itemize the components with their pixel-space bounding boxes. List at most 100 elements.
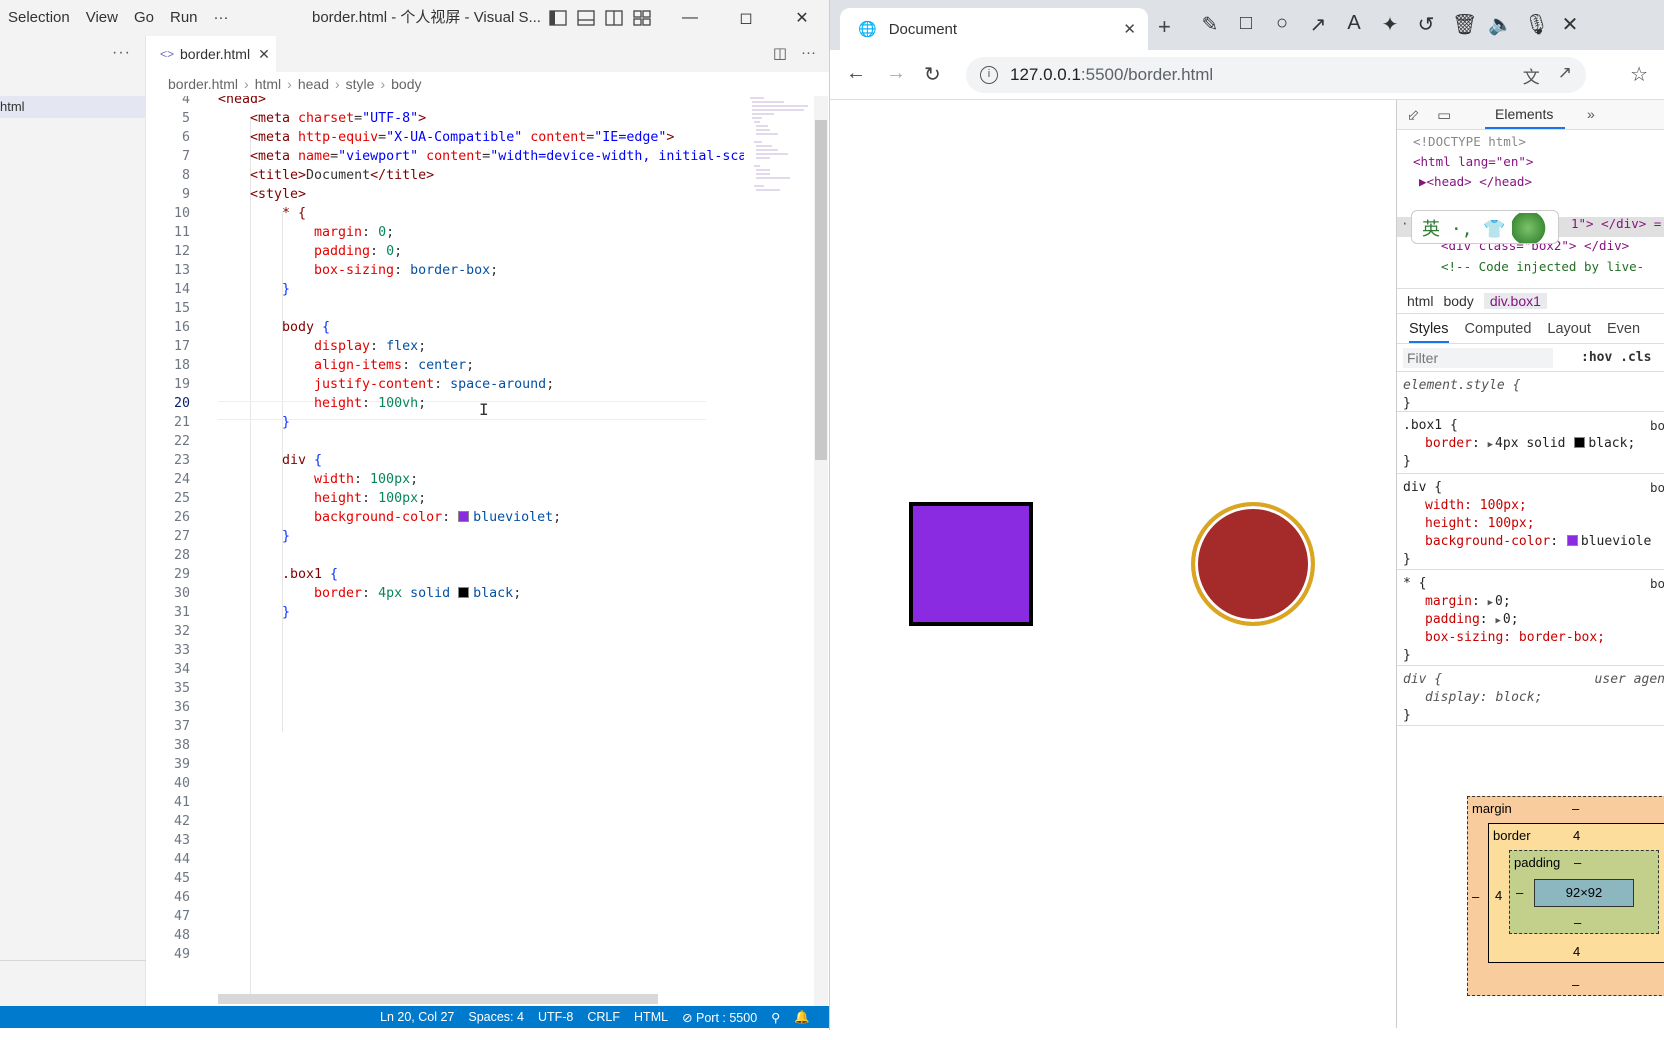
status-indentation[interactable]: Spaces: 4	[468, 1010, 524, 1024]
tab-event-listeners[interactable]: Even	[1607, 321, 1640, 337]
rule-selector[interactable]: .box1 {	[1403, 418, 1458, 433]
menu-view[interactable]: View	[78, 0, 126, 36]
maximize-icon[interactable]: ◻	[718, 0, 774, 36]
vertical-scrollbar[interactable]	[814, 96, 828, 1006]
customize-layout-icon[interactable]	[632, 8, 652, 28]
rule-selector[interactable]: div {	[1403, 480, 1442, 495]
menu-selection[interactable]: Selection	[0, 0, 78, 36]
rule-selector[interactable]: element.style {	[1403, 378, 1520, 393]
color-swatch[interactable]	[1566, 535, 1578, 546]
tab-computed[interactable]: Computed	[1465, 321, 1532, 337]
menu-go[interactable]: Go	[126, 0, 162, 36]
new-tab-icon[interactable]: +	[1158, 14, 1171, 40]
rule-decl-width[interactable]: width: 100px;	[1425, 498, 1527, 513]
text-icon[interactable]: A	[1344, 12, 1364, 37]
color-swatch[interactable]	[1574, 437, 1586, 448]
tab-styles[interactable]: Styles	[1409, 321, 1449, 343]
color-swatch[interactable]	[458, 510, 470, 522]
reload-icon[interactable]: ↻	[924, 62, 941, 87]
tab-layout[interactable]: Layout	[1547, 321, 1591, 337]
rule-source[interactable]: bo	[1650, 480, 1664, 495]
rule-decl-margin[interactable]: margin: ▶ 0;	[1425, 594, 1511, 609]
rule-source[interactable]: bo	[1650, 576, 1664, 591]
breadcrumb-html[interactable]: html	[255, 76, 281, 92]
rule-decl-bg[interactable]: background-color: blueviole	[1425, 534, 1651, 549]
expand-triangle-icon[interactable]: ▶	[1488, 598, 1493, 608]
rule-decl-box-sizing[interactable]: box-sizing: border-box;	[1425, 630, 1605, 645]
scrollbar-thumb[interactable]	[815, 120, 827, 460]
crumb-div-box1[interactable]: div.box1	[1483, 293, 1547, 309]
rule-source[interactable]: bo	[1650, 418, 1664, 433]
toggle-secondary-sidebar-icon[interactable]	[604, 8, 624, 28]
breadcrumb-body[interactable]: body	[391, 76, 421, 92]
minimap[interactable]	[744, 96, 814, 1006]
device-toolbar-icon[interactable]: ▭	[1437, 106, 1451, 124]
tab-border-html[interactable]: <> border.html ✕	[146, 36, 276, 72]
rule-decl[interactable]: border: ▶ 4px solid black;	[1425, 436, 1635, 451]
inspect-element-icon[interactable]: ⬃	[1407, 106, 1420, 124]
translate-icon[interactable]: 文	[1523, 63, 1540, 88]
close-toolbar-icon[interactable]: ✕	[1560, 12, 1580, 37]
status-eol[interactable]: CRLF	[587, 1010, 620, 1024]
arrow-icon[interactable]: ↗	[1308, 12, 1328, 37]
close-tab-icon[interactable]: ✕	[258, 46, 270, 63]
close-tab-icon[interactable]: ✕	[1123, 20, 1136, 38]
expand-triangle-icon[interactable]: ▶	[1488, 440, 1493, 450]
dom-html[interactable]: <html lang="en">	[1413, 154, 1533, 169]
menu-run[interactable]: Run	[162, 0, 206, 36]
circle-icon[interactable]: ○	[1272, 12, 1292, 37]
close-window-icon[interactable]: ✕	[774, 0, 829, 36]
breadcrumb-style[interactable]: style	[346, 76, 375, 92]
expand-triangle-icon[interactable]: ▶	[1419, 174, 1427, 189]
address-bar[interactable]: i 127.0.0.1:5500/border.html 文 ↗	[966, 57, 1586, 93]
menu-more[interactable]: ···	[206, 0, 237, 36]
minimize-icon[interactable]: —	[662, 0, 718, 36]
share-icon[interactable]: ↗	[1558, 63, 1572, 88]
box2-circle[interactable]	[1191, 502, 1315, 626]
dom-doctype[interactable]: <!DOCTYPE html>	[1413, 134, 1526, 149]
breadcrumb-head[interactable]: head	[298, 76, 329, 92]
trash-icon[interactable]: 🗑	[1452, 12, 1477, 37]
status-encoding[interactable]: UTF-8	[538, 1010, 573, 1024]
box-model-content[interactable]: 92×92	[1534, 879, 1634, 907]
hov-cls-toggles[interactable]: :hov .cls	[1581, 350, 1651, 365]
undo-icon[interactable]: ↺	[1416, 12, 1436, 37]
speaker-icon[interactable]: 🔈	[1488, 12, 1513, 37]
rule-selector[interactable]: * {	[1403, 576, 1426, 591]
expand-triangle-icon[interactable]: ▶	[1495, 616, 1500, 626]
status-live-server-port[interactable]: ⊘ Port : 5500	[682, 1010, 757, 1025]
rule-decl-height[interactable]: height: 100px;	[1425, 516, 1535, 531]
toggle-primary-sidebar-icon[interactable]	[548, 8, 568, 28]
bookmark-star-icon[interactable]: ☆	[1630, 62, 1648, 87]
box-model-margin[interactable]: margin – – – border 4 4 4 padding – – –	[1467, 796, 1664, 996]
box-model-border[interactable]: border 4 4 4 padding – – – 92×92	[1488, 823, 1664, 963]
notifications-icon[interactable]: 🔔	[794, 1010, 810, 1025]
tab-elements[interactable]: Elements	[1495, 106, 1553, 122]
magic-wand-icon[interactable]: ✦	[1380, 12, 1400, 37]
color-swatch[interactable]	[458, 586, 470, 598]
feedback-icon[interactable]: ⚲	[771, 1010, 780, 1025]
box1-square[interactable]	[909, 502, 1033, 626]
split-editor-icon[interactable]: ◫	[773, 44, 787, 62]
box-model-padding[interactable]: padding – – – 92×92	[1509, 850, 1659, 934]
dom-head[interactable]: ▶<head> </head>	[1419, 174, 1532, 189]
more-tabs-icon[interactable]: »	[1587, 106, 1595, 122]
sidebar-file-item[interactable]: html	[0, 96, 146, 118]
site-info-icon[interactable]: i	[980, 66, 998, 84]
status-cursor-position[interactable]: Ln 20, Col 27	[380, 1010, 454, 1024]
more-actions-icon[interactable]: ···	[801, 44, 816, 62]
back-icon[interactable]: ←	[846, 62, 866, 85]
dom-box1[interactable]: 1"> </div> =	[1571, 216, 1661, 231]
pencil-icon[interactable]: ✎	[1200, 12, 1220, 37]
toggle-panel-icon[interactable]	[576, 8, 596, 28]
code-editor[interactable]: 4 5 6 7 8 9 10 11 12 13 14 15 16 17 18 19 20 21 22 23 24 25 26…	[146, 96, 829, 1006]
microphone-icon[interactable]: 🎙	[1524, 12, 1549, 37]
breadcrumb-file[interactable]: border.html	[168, 76, 238, 92]
ime-status-widget[interactable]: 英 ·, 👕	[1411, 210, 1559, 244]
rectangle-icon[interactable]: □	[1236, 12, 1256, 37]
horizontal-scrollbar[interactable]	[218, 994, 658, 1004]
rule-decl-padding[interactable]: padding: ▶ 0;	[1425, 612, 1519, 627]
sidebar-more-icon[interactable]: ···	[112, 44, 131, 62]
browser-tab[interactable]: 🌐 Document ✕	[840, 8, 1148, 50]
crumb-html[interactable]: html	[1407, 293, 1433, 309]
